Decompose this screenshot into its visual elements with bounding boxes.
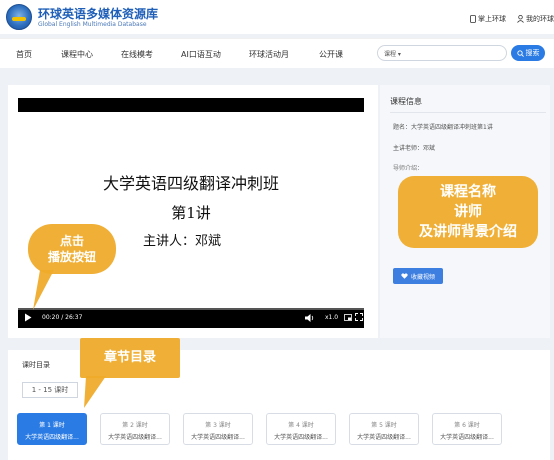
lesson-number: 第 4 课时	[288, 422, 314, 429]
callout-text: 讲师	[454, 204, 482, 220]
callout-pointer	[84, 376, 106, 408]
search-input[interactable]: 课程 ▾	[377, 45, 507, 61]
phone-icon	[470, 15, 476, 23]
play-icon	[25, 313, 32, 322]
lesson-number: 第 2 课时	[122, 422, 148, 429]
fullscreen-icon	[355, 313, 363, 321]
mobile-link[interactable]: 掌上环球	[470, 14, 506, 24]
header-bar: 环球英语多媒体资源库 Global English Multimedia Dat…	[0, 0, 554, 34]
nav-item-mock-exam[interactable]: 在线模考	[121, 49, 153, 60]
play-button[interactable]	[24, 313, 32, 322]
user-link-label: 我的环球	[526, 15, 554, 23]
time-display: 00:20 / 26:37	[42, 314, 83, 321]
lesson-number: 第 5 课时	[371, 422, 397, 429]
main-nav: 首页 课程中心 在线模考 AI口语互动 环球活动月 公开课 课程 ▾ 搜索	[0, 38, 554, 68]
globe-logo-icon[interactable]	[6, 4, 32, 30]
lesson-item[interactable]: 第 3 课时 大学英语四级翻译...	[183, 413, 253, 445]
lesson-item[interactable]: 第 5 课时 大学英语四级翻译...	[349, 413, 419, 445]
speed-button[interactable]: x1.0	[325, 314, 338, 321]
lesson-list-title: 课时目录	[22, 361, 50, 369]
picture-in-picture-icon	[344, 314, 352, 321]
callout-pointer	[33, 270, 54, 310]
teacher-intro-label: 导师介绍：	[393, 165, 424, 172]
callout-text: 播放按钮	[47, 250, 96, 264]
logo-subtitle: Global English Multimedia Database	[38, 21, 147, 28]
lesson-item[interactable]: 第 2 课时 大学英语四级翻译...	[100, 413, 170, 445]
video-lecturer: 主讲人：邓斌	[143, 234, 222, 249]
nav-item-ai-speaking[interactable]: AI口语互动	[181, 49, 221, 60]
nav-item-open-class[interactable]: 公开课	[319, 49, 343, 60]
lesson-number: 第 3 课时	[205, 422, 231, 429]
play-button-callout: 点击 播放按钮	[28, 224, 116, 274]
teacher-row: 主讲老师：邓斌	[393, 145, 436, 152]
callout-text: 及讲师背景介绍	[419, 224, 517, 240]
favorite-label: 收藏视频	[410, 273, 435, 281]
search-button[interactable]: 搜索	[511, 45, 545, 61]
callout-text: 课程名称	[440, 184, 496, 200]
search-button-label: 搜索	[525, 49, 540, 57]
logo-title[interactable]: 环球英语多媒体资源库	[38, 5, 158, 22]
course-title-row: 题名：大学英语四级翻译冲刺班第1讲	[393, 124, 493, 131]
course-info-heading: 课程信息	[390, 97, 422, 106]
lesson-number: 第 1 课时	[39, 422, 65, 429]
user-icon	[517, 15, 524, 23]
volume-button[interactable]	[305, 314, 315, 322]
video-player[interactable]: 大学英语四级翻译冲刺班 第1讲 主讲人：邓斌	[18, 98, 364, 328]
lesson-range-tab[interactable]: 1 - 15 课时	[22, 382, 78, 398]
lesson-name: 大学英语四级翻译...	[357, 434, 411, 441]
favorite-video-button[interactable]: 收藏视频	[393, 268, 443, 284]
fullscreen-button[interactable]	[355, 313, 363, 321]
lesson-name: 大学英语四级翻译...	[440, 434, 494, 441]
nav-item-home[interactable]: 首页	[16, 49, 32, 60]
lesson-number: 第 6 课时	[454, 422, 480, 429]
mobile-link-label: 掌上环球	[478, 15, 506, 23]
lesson-name: 大学英语四级翻译...	[108, 434, 162, 441]
course-info-callout: 课程名称 讲师 及讲师背景介绍	[398, 176, 538, 248]
pip-button[interactable]	[344, 314, 352, 321]
nav-item-courses[interactable]: 课程中心	[61, 49, 93, 60]
search-category-select[interactable]: 课程 ▾	[384, 49, 401, 58]
user-link[interactable]: 我的环球	[517, 14, 554, 24]
video-title: 大学英语四级翻译冲刺班	[102, 174, 279, 193]
lesson-name: 大学英语四级翻译...	[274, 434, 328, 441]
chapter-list-callout: 章节目录	[80, 338, 180, 378]
search-icon	[516, 49, 524, 57]
lesson-item[interactable]: 第 6 课时 大学英语四级翻译...	[432, 413, 502, 445]
video-controls: 00:20 / 26:37 x1.0	[18, 308, 364, 328]
lesson-name: 大学英语四级翻译...	[191, 434, 245, 441]
progress-bar[interactable]	[18, 308, 364, 310]
divider	[390, 112, 546, 113]
lesson-item[interactable]: 第 4 课时 大学英语四级翻译...	[266, 413, 336, 445]
callout-text: 点击	[59, 234, 84, 248]
heart-icon	[401, 273, 408, 279]
lesson-name: 大学英语四级翻译...	[25, 434, 79, 441]
volume-icon	[305, 314, 314, 322]
teacher-intro: 导师介绍：	[393, 163, 543, 175]
video-lecture-number: 第1讲	[171, 204, 211, 222]
nav-item-activity-month[interactable]: 环球活动月	[249, 49, 289, 60]
lesson-item[interactable]: 第 1 课时 大学英语四级翻译...	[17, 413, 87, 445]
